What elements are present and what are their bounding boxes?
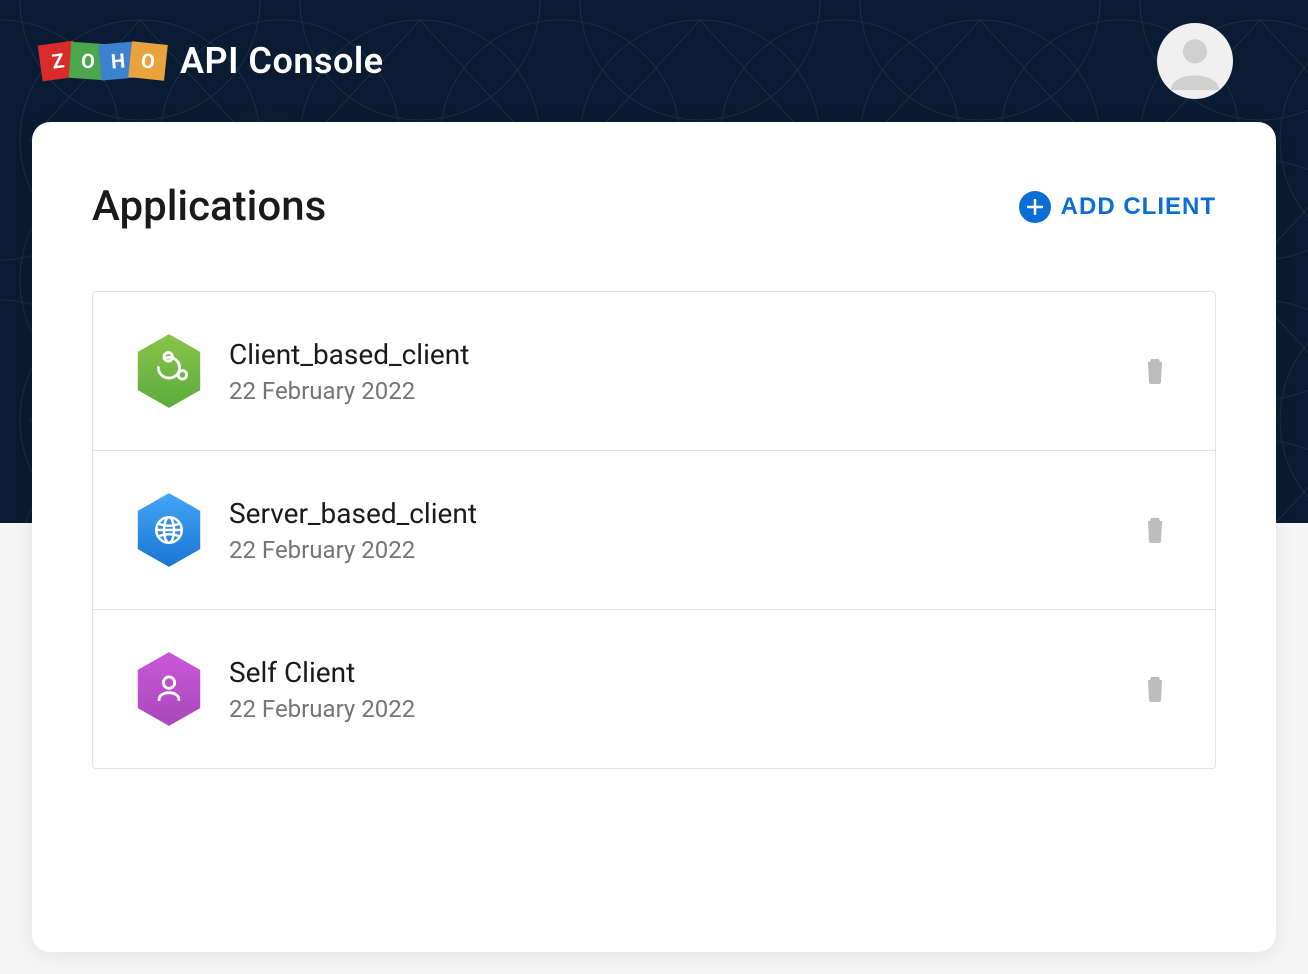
add-client-label: ADD CLIENT xyxy=(1061,193,1216,221)
trash-icon xyxy=(1143,515,1167,543)
application-row[interactable]: Client_based_client 22 February 2022 xyxy=(93,292,1215,451)
page-title: Applications xyxy=(92,182,326,231)
delete-button[interactable] xyxy=(1135,666,1175,713)
plus-icon xyxy=(1019,191,1051,223)
self-client-icon xyxy=(133,650,205,728)
app-name: Server_based_client xyxy=(229,497,1135,530)
person-icon xyxy=(1166,32,1224,90)
client-based-icon xyxy=(133,332,205,410)
app-info: Server_based_client 22 February 2022 xyxy=(229,497,1135,564)
app-name: Client_based_client xyxy=(229,338,1135,371)
trash-icon xyxy=(1143,674,1167,702)
app-name: Self Client xyxy=(229,656,1135,689)
logo-section: Z O H O API Console xyxy=(40,40,384,82)
console-title: API Console xyxy=(180,40,384,82)
main-card: Applications ADD CLIENT xyxy=(32,122,1276,952)
application-row[interactable]: Self Client 22 February 2022 xyxy=(93,610,1215,768)
app-date: 22 February 2022 xyxy=(229,377,1135,405)
add-client-button[interactable]: ADD CLIENT xyxy=(1019,191,1216,223)
delete-button[interactable] xyxy=(1135,348,1175,395)
zoho-logo: Z O H O xyxy=(40,43,166,79)
app-info: Self Client 22 February 2022 xyxy=(229,656,1135,723)
app-date: 22 February 2022 xyxy=(229,536,1135,564)
zoho-logo-o2: O xyxy=(128,41,168,81)
application-row[interactable]: Server_based_client 22 February 2022 xyxy=(93,451,1215,610)
delete-button[interactable] xyxy=(1135,507,1175,554)
avatar[interactable] xyxy=(1157,23,1233,99)
app-date: 22 February 2022 xyxy=(229,695,1135,723)
app-info: Client_based_client 22 February 2022 xyxy=(229,338,1135,405)
trash-icon xyxy=(1143,356,1167,384)
application-list: Client_based_client 22 February 2022 xyxy=(92,291,1216,769)
header: Z O H O API Console xyxy=(0,0,1308,122)
card-header: Applications ADD CLIENT xyxy=(92,182,1216,231)
server-based-icon xyxy=(133,491,205,569)
